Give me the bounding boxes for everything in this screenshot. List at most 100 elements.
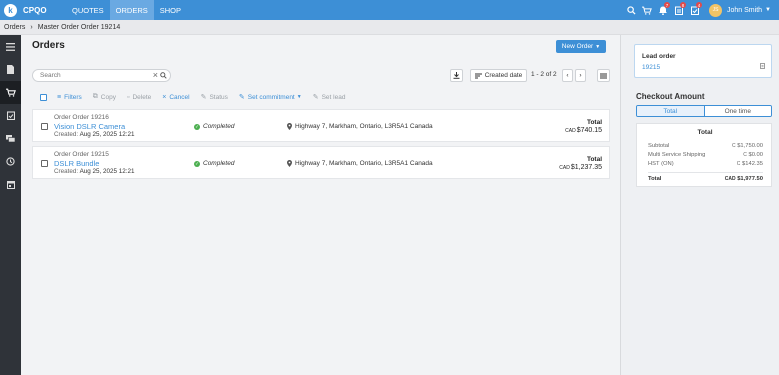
action-toolbar: ≡ Filters ⧉ Copy ▫ Delete × Cancel ✎ Status ✎…: [40, 92, 356, 102]
tab-orders[interactable]: ORDERS: [109, 0, 154, 20]
page-title: Orders: [32, 40, 65, 51]
new-order-button[interactable]: New Order ▼: [556, 40, 606, 53]
delete-button[interactable]: ▫ Delete: [127, 94, 151, 101]
map-pin-icon: [287, 123, 292, 130]
select-all-checkbox[interactable]: [40, 93, 47, 101]
tab-shop[interactable]: SHOP: [154, 0, 187, 20]
cart-icon[interactable]: [639, 0, 655, 20]
status-badge: ✓ Completed: [194, 160, 234, 167]
chat-icon[interactable]: [0, 127, 21, 150]
delete-label: Delete: [132, 93, 152, 101]
breadcrumb-current: Master Order Order 19214: [37, 23, 121, 31]
chevron-right-icon: ›: [579, 72, 582, 79]
user-name[interactable]: John Smith: [727, 7, 762, 14]
app-logo[interactable]: k CPQO: [0, 3, 66, 17]
check-icon: ✓: [194, 160, 200, 167]
cancel-button[interactable]: × Cancel: [162, 94, 189, 101]
divider: [648, 172, 763, 173]
notification-badge: 7: [664, 2, 671, 8]
document-icon[interactable]: [0, 58, 21, 81]
list-item[interactable]: Order Order 19216 Vision DSLR Camera Cre…: [32, 109, 610, 142]
row-checkbox[interactable]: [41, 160, 48, 167]
set-lead-label: Set lead: [321, 93, 346, 101]
approvals-badge: 4: [696, 2, 703, 8]
pencil-icon: ✎: [312, 94, 319, 101]
currency: C: [736, 161, 741, 167]
summary-label: Total: [648, 176, 662, 182]
address-text: Highway 7, Markham, Ontario, L3R5A1 Cana…: [295, 123, 433, 130]
status-text: Completed: [203, 160, 235, 167]
search-icon[interactable]: [623, 0, 639, 20]
amount-toggle: Total One time: [636, 105, 772, 117]
set-commitment-button[interactable]: ✎ Set commitment ▼: [239, 93, 302, 102]
order-name-link[interactable]: DSLR Bundle: [54, 159, 99, 168]
filters-label: Filters: [64, 93, 82, 101]
paging-info: 1 - 2 of 2: [531, 71, 557, 78]
bell-icon[interactable]: 7: [655, 0, 671, 20]
created-date: Aug 25, 2025 12:21: [79, 131, 135, 138]
cart-icon[interactable]: [0, 81, 21, 104]
summary-row: Subtotal C $1,750.00: [648, 143, 763, 149]
copy-icon[interactable]: [760, 63, 765, 71]
summary-row: Multi Service Shipping C $0.00: [648, 152, 763, 158]
prev-page-button[interactable]: ‹: [562, 69, 573, 82]
download-button[interactable]: [450, 69, 463, 82]
set-lead-button[interactable]: ✎ Set lead: [312, 93, 346, 102]
filter-icon: ≡: [57, 93, 62, 101]
lead-order-card: Lead order 19215: [634, 44, 772, 78]
right-panel: Lead order 19215 Checkout Amount Total O…: [620, 35, 779, 375]
summary-value: C $1,750.00: [732, 143, 763, 149]
list-view-button[interactable]: [597, 69, 610, 82]
chevron-right-icon: ›: [30, 23, 33, 31]
list-item[interactable]: Order Order 19215 DSLR Bundle Created: A…: [32, 146, 610, 179]
close-icon[interactable]: ×: [153, 70, 158, 80]
clipboard-icon[interactable]: [0, 104, 21, 127]
summary-row: HST (ON) C $142.35: [648, 161, 763, 167]
next-page-button[interactable]: ›: [575, 69, 586, 82]
status-label: Status: [209, 93, 228, 101]
close-icon: ×: [162, 93, 167, 101]
breadcrumb-orders[interactable]: Orders: [4, 24, 25, 31]
approvals-icon[interactable]: 4: [687, 0, 703, 20]
sort-button[interactable]: Created date: [470, 69, 527, 82]
top-navigation-bar: k CPQO QUOTES ORDERS SHOP 7 8 4 JS John …: [0, 0, 779, 20]
order-created: Created: Aug 25, 2025 12:21: [54, 131, 135, 138]
order-name-link[interactable]: Vision DSLR Camera: [54, 122, 125, 131]
row-checkbox[interactable]: [41, 123, 48, 130]
toggle-one-time[interactable]: One time: [704, 106, 771, 116]
tab-quotes[interactable]: QUOTES: [66, 0, 110, 20]
calendar-icon[interactable]: [0, 173, 21, 196]
breadcrumb: Orders › Master Order Order 19214: [0, 20, 779, 35]
status-button[interactable]: ✎ Status: [201, 93, 228, 102]
order-address: Highway 7, Markham, Ontario, L3R5A1 Cana…: [287, 123, 433, 130]
copy-button[interactable]: ⧉ Copy: [93, 93, 116, 101]
tasks-icon[interactable]: 8: [671, 0, 687, 20]
history-icon[interactable]: [0, 150, 21, 173]
copy-label: Copy: [100, 93, 116, 101]
new-order-label: New Order: [561, 43, 594, 50]
total-amount: $1,237.35: [570, 164, 602, 171]
search-input[interactable]: [40, 72, 145, 79]
chevron-down-icon: ▼: [296, 94, 302, 100]
sort-icon: [474, 73, 482, 78]
toggle-total[interactable]: Total: [637, 106, 705, 116]
left-sidebar: [0, 35, 21, 375]
created-date: Aug 25, 2025 12:21: [79, 168, 135, 175]
currency: C: [731, 143, 736, 149]
summary-value: C $0.00: [743, 152, 763, 158]
checkout-amount-title: Checkout Amount: [636, 92, 705, 101]
search-icon[interactable]: [160, 72, 167, 81]
currency: C: [743, 152, 747, 158]
order-total: CAD$1,237.35: [559, 164, 602, 171]
chevron-down-icon[interactable]: ▼: [765, 7, 771, 13]
currency: CAD: [565, 128, 576, 134]
summary-value: CAD $1,977.50: [725, 176, 763, 182]
currency: CAD: [724, 176, 736, 182]
menu-icon[interactable]: [0, 35, 21, 58]
filters-button[interactable]: ≡ Filters: [57, 94, 82, 101]
search-box: ×: [32, 69, 171, 82]
summary-label: Subtotal: [648, 143, 670, 149]
lead-order-link[interactable]: 19215: [642, 64, 660, 71]
avatar[interactable]: JS: [709, 3, 723, 17]
total-label: Total: [586, 119, 602, 126]
